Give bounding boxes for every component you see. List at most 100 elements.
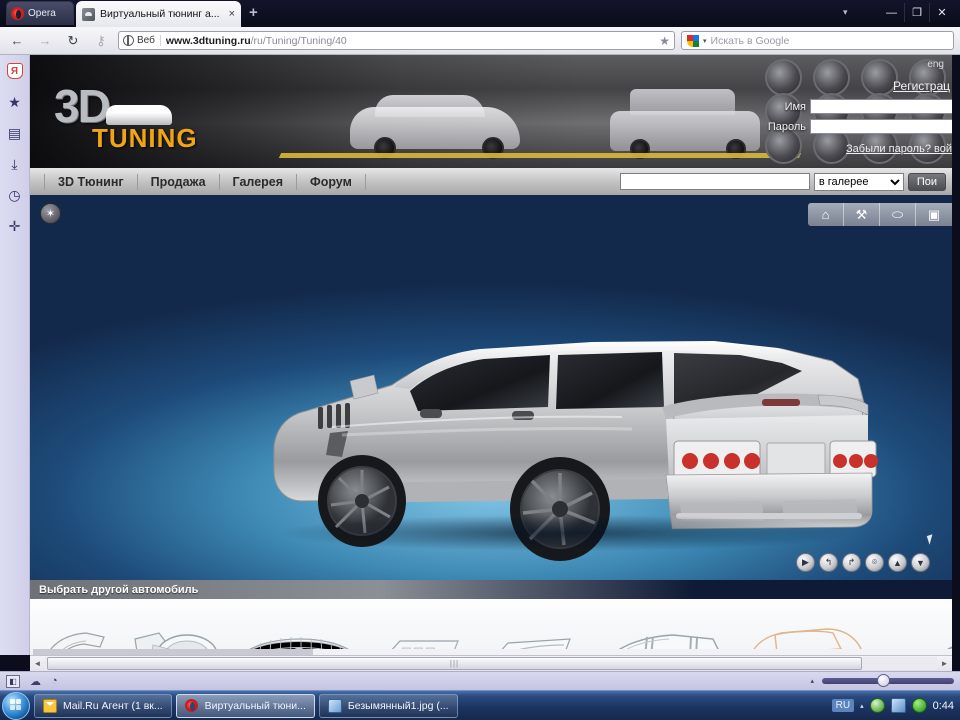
site-search-button[interactable]: Пои bbox=[908, 173, 946, 191]
taskbar-item-mail-agent[interactable]: Mail.Ru Агент (1 вк... bbox=[34, 694, 172, 718]
taskbar-item-label: Безымянный1.jpg (... bbox=[348, 700, 449, 712]
restore-button[interactable]: ❐ bbox=[904, 3, 929, 22]
windows-taskbar: Mail.Ru Агент (1 вк... Виртуальный тюни.… bbox=[0, 690, 960, 720]
site-header-banner: 3D TUNING eng Регистрац Имя Пароль bbox=[30, 55, 952, 168]
login-password-input[interactable] bbox=[810, 119, 952, 134]
web-page-content: 3D TUNING eng Регистрац Имя Пароль bbox=[30, 55, 952, 655]
nav-item-forum[interactable]: Форум bbox=[297, 174, 366, 190]
play-icon[interactable]: ▶ bbox=[796, 553, 815, 572]
window-menu-chevron-icon[interactable]: ▾ bbox=[843, 3, 848, 22]
browser-search-box[interactable]: ▾ Искать в Google bbox=[681, 31, 954, 50]
taskbar-item-image[interactable]: Безымянный1.jpg (... bbox=[319, 694, 458, 718]
back-icon[interactable]: ← bbox=[6, 30, 28, 52]
nav-item-3d-tuning[interactable]: 3D Тюнинг bbox=[44, 174, 138, 190]
opera-side-panel: Я ★ ▤ ⤓ ◷ ✛ bbox=[0, 55, 30, 655]
taskbar-item-label: Виртуальный тюни... bbox=[205, 700, 306, 712]
minimize-button[interactable]: — bbox=[879, 3, 904, 22]
forward-icon[interactable]: → bbox=[34, 30, 56, 52]
antivirus-icon[interactable] bbox=[912, 698, 927, 713]
search-engine-chevron-icon[interactable]: ▾ bbox=[703, 37, 707, 45]
downloads-panel-icon[interactable]: ⤓ bbox=[6, 155, 24, 173]
language-indicator[interactable]: RU bbox=[832, 699, 854, 712]
panel-toggle-icon[interactable]: ◧ bbox=[6, 675, 20, 688]
choose-another-car-label: Выбрать другой автомобиль bbox=[39, 584, 198, 596]
part-item-mirrors[interactable]: Зеркала bbox=[118, 599, 236, 655]
login-block: eng Регистрац Имя Пароль Забыли пароль? … bbox=[762, 57, 952, 165]
forgot-password-link[interactable]: Забыли пароль? вой bbox=[846, 143, 952, 155]
google-icon bbox=[687, 35, 699, 47]
login-name-input[interactable] bbox=[810, 99, 952, 114]
start-button[interactable] bbox=[2, 692, 30, 720]
home-icon[interactable]: ⌂ bbox=[808, 203, 844, 226]
add-panel-icon[interactable]: ✛ bbox=[6, 217, 24, 235]
part-item-vent-hood[interactable]: Воздух. капота bbox=[474, 599, 582, 655]
part-item-radiator[interactable]: Радиатор bbox=[236, 599, 362, 655]
part-item-fenders[interactable]: ылья bbox=[30, 599, 118, 655]
scroll-right-arrow-icon[interactable]: ► bbox=[937, 657, 952, 671]
car-render-image bbox=[262, 315, 882, 565]
history-panel-icon[interactable]: ◷ bbox=[6, 186, 24, 204]
bookmark-star-icon[interactable]: ★ bbox=[659, 34, 670, 48]
rotate-right-icon[interactable]: ↱ bbox=[842, 553, 861, 572]
tools-icon[interactable]: ✶ bbox=[40, 203, 61, 224]
new-tab-button[interactable]: + bbox=[249, 5, 258, 20]
search-placeholder: Искать в Google bbox=[711, 35, 790, 47]
move-up-icon[interactable]: ▲ bbox=[888, 553, 907, 572]
scrollbar-thumb[interactable]: ||| bbox=[47, 657, 862, 670]
zoom-caret-icon[interactable]: ▴ bbox=[810, 677, 814, 685]
camera-icon[interactable]: ▣ bbox=[916, 203, 952, 226]
zoom-slider-knob[interactable] bbox=[877, 674, 890, 687]
zoom-icon[interactable]: ⌾ bbox=[865, 553, 884, 572]
url-path: /ru/Tuning/Tuning/40 bbox=[251, 35, 347, 47]
nav-item-gallery[interactable]: Галерея bbox=[220, 174, 297, 190]
yandex-glyph: Я bbox=[7, 63, 23, 79]
address-bar[interactable]: Веб www.3dtuning.ru/ru/Tuning/Tuning/40 … bbox=[118, 31, 675, 50]
opera-menu-button[interactable]: Opera bbox=[6, 1, 74, 25]
windows-logo-icon bbox=[10, 699, 23, 712]
horizontal-scrollbar[interactable]: ◄ ||| ► bbox=[30, 655, 952, 671]
choose-another-car-bar[interactable]: Выбрать другой автомобиль bbox=[30, 580, 952, 599]
bookmarks-panel-icon[interactable]: ★ bbox=[6, 93, 24, 111]
site-logo[interactable]: 3D TUNING bbox=[54, 83, 224, 145]
logo-tuning-text: TUNING bbox=[92, 125, 198, 151]
browser-tab[interactable]: Виртуальный тюнинг а... × bbox=[76, 1, 241, 27]
register-link[interactable]: Регистрац bbox=[893, 79, 950, 93]
taskbar-item-opera[interactable]: Виртуальный тюни... bbox=[176, 694, 315, 718]
gauge-icon[interactable]: ◔ bbox=[51, 675, 58, 687]
part-item-airbrush[interactable]: Аэрография bbox=[880, 599, 952, 655]
site-search-input[interactable] bbox=[620, 173, 810, 190]
rotate-left-icon[interactable]: ↰ bbox=[819, 553, 838, 572]
zoom-slider[interactable] bbox=[822, 678, 954, 684]
titlebar: Opera Виртуальный тюнинг а... × + ▾ — ❐ … bbox=[0, 0, 960, 27]
clock[interactable]: 0:44 bbox=[933, 700, 954, 712]
close-button[interactable]: ✕ bbox=[929, 3, 954, 22]
part-item-window-tint[interactable]: Тонировка стекол bbox=[582, 599, 732, 655]
part-item-packages[interactable]: Пакеты bbox=[732, 599, 880, 655]
reload-icon[interactable]: ↻ bbox=[62, 30, 84, 52]
tab-close-icon[interactable]: × bbox=[229, 9, 235, 20]
navigation-toolbar: ← → ↻ ⚷ Веб www.3dtuning.ru/ru/Tuning/Tu… bbox=[0, 27, 960, 55]
tray-expand-icon[interactable]: ▴ bbox=[860, 702, 864, 710]
notes-panel-icon[interactable]: ▤ bbox=[6, 124, 24, 142]
key-icon[interactable]: ⚷ bbox=[90, 30, 112, 52]
nav-item-sale[interactable]: Продажа bbox=[138, 174, 220, 190]
zoom-control: ▴ bbox=[810, 677, 954, 685]
site-search: в галерее Пои bbox=[620, 173, 952, 191]
site-search-scope-select[interactable]: в галерее bbox=[814, 173, 904, 191]
url-security-badge: Веб bbox=[123, 35, 161, 46]
yandex-panel-icon[interactable]: Я bbox=[6, 62, 24, 80]
globe-icon bbox=[123, 35, 134, 46]
scrollbar-track[interactable]: ||| bbox=[45, 657, 937, 670]
paint-icon[interactable]: ⚒ bbox=[844, 203, 880, 226]
part-item-vent-top[interactable]: Воздух. верхний bbox=[362, 599, 474, 655]
turbo-icon[interactable]: ☁ bbox=[30, 675, 41, 688]
mail-agent-icon[interactable] bbox=[870, 698, 885, 713]
language-switch-link[interactable]: eng bbox=[927, 59, 944, 70]
wheel-icon[interactable]: ⬭ bbox=[880, 203, 916, 226]
car-3d-viewer[interactable]: ✶ ⌂ ⚒ ⬭ ▣ bbox=[30, 195, 952, 580]
tab-title: Виртуальный тюнинг а... bbox=[100, 8, 224, 20]
move-down-icon[interactable]: ▼ bbox=[911, 553, 930, 572]
taskbar-item-label: Mail.Ru Агент (1 вк... bbox=[63, 700, 163, 712]
scroll-left-arrow-icon[interactable]: ◄ bbox=[30, 657, 45, 671]
network-icon[interactable] bbox=[891, 698, 906, 713]
